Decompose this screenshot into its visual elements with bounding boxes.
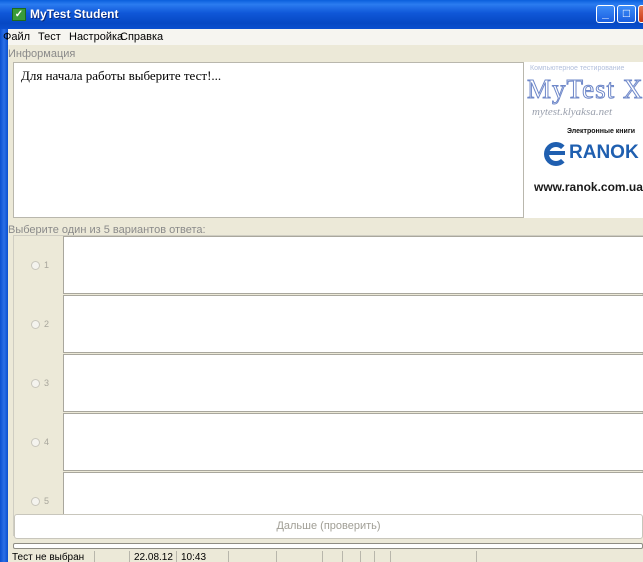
answer-row: 3 [14, 354, 643, 413]
info-text: Для начала работы выберите тест!... [21, 68, 222, 83]
maximize-button[interactable]: □ [617, 5, 636, 23]
answer-radio-3[interactable] [31, 379, 40, 388]
status-cell [228, 551, 276, 562]
status-date: 22.08.12 [129, 551, 176, 562]
logo-ebooks: Электронные книги [567, 128, 636, 135]
answer-number: 1 [44, 260, 50, 270]
status-cell [94, 551, 129, 562]
answer-row: 4 [14, 413, 643, 472]
answer-row: 2 [14, 295, 643, 354]
menu-settings[interactable]: Настройка [69, 31, 123, 43]
logo-site: www.ranok.com.ua [534, 180, 643, 194]
answer-box-3[interactable] [63, 354, 643, 412]
info-panel: Для начала работы выберите тест!... Комп… [13, 62, 643, 218]
close-button[interactable]: ✕ [638, 5, 643, 23]
check-icon: ✓ [12, 8, 26, 21]
answer-radio-5[interactable] [31, 497, 40, 506]
status-time: 10:43 [176, 551, 228, 562]
answer-number: 2 [44, 319, 50, 329]
info-label: Информация [8, 48, 76, 60]
answer-box-2[interactable] [63, 295, 643, 353]
next-button[interactable]: Дальше (проверить) [14, 514, 643, 539]
minimize-button[interactable]: _ [596, 5, 615, 23]
status-cell [476, 551, 643, 562]
logo-url: mytest.klyaksa.net [532, 106, 613, 118]
answer-number: 3 [44, 378, 50, 388]
window-border [0, 29, 8, 562]
mytest-logo: MyTest X [526, 74, 643, 105]
title-bar[interactable]: ✓ MyTest Student _ □ ✕ [0, 0, 643, 30]
answer-number: 4 [44, 437, 50, 447]
main-window: Файл Тест Настройка Справка Информация Д… [3, 29, 643, 562]
logo-area: Компьютерное тестирование MyTest X mytes… [523, 62, 643, 218]
status-bar: Тест не выбран 22.08.12 10:43 [8, 550, 643, 562]
status-cell [276, 551, 322, 562]
logo-subtitle: Компьютерное тестирование [530, 65, 625, 72]
status-cell [322, 551, 342, 562]
answer-number: 5 [44, 496, 50, 506]
menu-help[interactable]: Справка [120, 31, 163, 43]
menu-file[interactable]: Файл [3, 31, 30, 43]
answer-radio-1[interactable] [31, 261, 40, 270]
menu-test[interactable]: Тест [38, 31, 61, 43]
answer-radio-4[interactable] [31, 438, 40, 447]
window-title: MyTest Student [30, 7, 119, 21]
logo-brand: RANOK [569, 142, 639, 163]
status-test: Тест не выбран [12, 552, 85, 562]
answers-panel: 1 2 3 4 5 [13, 235, 643, 536]
progress-bar [13, 543, 643, 549]
status-cell [342, 551, 360, 562]
e-logo-bar [549, 151, 565, 155]
answer-row: 1 [14, 236, 643, 295]
answer-box-4[interactable] [63, 413, 643, 471]
menu-bar: Файл Тест Настройка Справка [3, 29, 643, 45]
answer-box-1[interactable] [63, 236, 643, 294]
answer-radio-2[interactable] [31, 320, 40, 329]
status-cell [360, 551, 374, 562]
status-cell [374, 551, 390, 562]
status-cell [390, 551, 476, 562]
